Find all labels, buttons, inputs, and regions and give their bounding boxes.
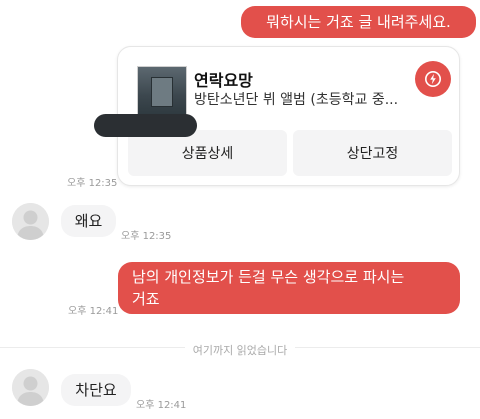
message-text-line2: 거죠 <box>132 290 160 308</box>
message-time: 오후 12:41 <box>68 306 119 317</box>
message-time: 오후 12:35 <box>67 178 118 189</box>
product-title: 연락요망 <box>194 71 253 90</box>
read-marker-text: 여기까지 읽었습니다 <box>184 344 296 357</box>
pin-to-top-button[interactable]: 상단고정 <box>293 130 452 176</box>
flash-icon[interactable] <box>415 61 451 97</box>
message-text-line1: 남의 개인정보가 든걸 무슨 생각으로 파시는 <box>132 268 405 286</box>
product-thumbnail[interactable] <box>137 66 187 116</box>
outgoing-message-bubble[interactable]: 남의 개인정보가 든걸 무슨 생각으로 파시는 거죠 <box>118 262 460 314</box>
product-subtitle: 방탄소년단 뷔 앨범 (초등학교 중... <box>194 92 399 108</box>
read-marker: 여기까지 읽었습니다 <box>0 339 480 358</box>
person-silhouette-icon <box>12 203 49 240</box>
user-avatar-icon[interactable] <box>12 369 49 406</box>
outgoing-message-bubble[interactable]: 뭐하시는 거죠 글 내려주세요. <box>241 6 476 38</box>
redacted-area <box>94 114 197 137</box>
incoming-message-bubble[interactable]: 차단요 <box>61 374 131 406</box>
message-text: 왜요 <box>74 212 103 230</box>
lightning-icon <box>425 71 441 87</box>
message-text: 차단요 <box>75 381 117 399</box>
message-time: 오후 12:41 <box>136 400 187 411</box>
pin-to-top-label: 상단고정 <box>346 146 399 162</box>
message-text: 뭐하시는 거죠 글 내려주세요. <box>266 13 451 31</box>
person-silhouette-icon <box>12 369 49 406</box>
message-time: 오후 12:35 <box>121 231 172 242</box>
product-detail-label: 상품상세 <box>181 146 234 162</box>
user-avatar-icon[interactable] <box>12 203 49 240</box>
incoming-message-bubble[interactable]: 왜요 <box>61 205 116 237</box>
